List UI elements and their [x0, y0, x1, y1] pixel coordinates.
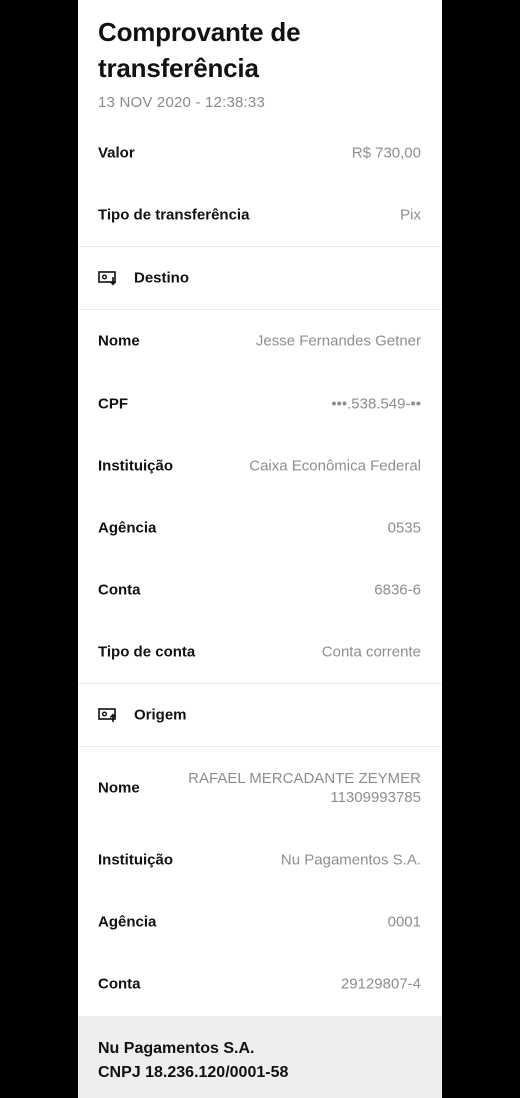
section-destino: Destino: [78, 247, 442, 309]
destino-tipo-conta-label: Tipo de conta: [98, 643, 196, 661]
origem-title: Origem: [134, 706, 187, 724]
row-destino-nome: Nome Jesse Fernandes Getner: [78, 310, 442, 372]
destino-nome-label: Nome: [98, 332, 140, 350]
row-origem-agencia: Agência 0001: [78, 891, 442, 953]
tipo-transferencia-label: Tipo de transferência: [98, 206, 250, 224]
valor-value: R$ 730,00: [351, 144, 421, 162]
valor-label: Valor: [98, 144, 135, 162]
destino-instituicao-value: Caixa Econômica Federal: [249, 457, 421, 475]
row-origem-nome: Nome RAFAEL MERCADANTE ZEYMER 1130999378…: [78, 757, 442, 819]
row-destino-cpf: CPF •••.538.549-••: [78, 373, 442, 435]
money-in-icon: [98, 271, 117, 286]
row-valor: Valor R$ 730,00: [78, 122, 442, 184]
section-origem: Origem: [78, 684, 442, 746]
destino-conta-label: Conta: [98, 581, 141, 599]
row-destino-tipo-conta: Tipo de conta Conta corrente: [78, 621, 442, 683]
origem-nome-label: Nome: [98, 779, 140, 797]
destino-title: Destino: [134, 269, 190, 287]
row-destino-instituicao: Instituição Caixa Econômica Federal: [78, 435, 442, 497]
row-origem-instituicao: Instituição Nu Pagamentos S.A.: [78, 829, 442, 891]
page-title: Comprovante de transferência: [98, 17, 301, 83]
footer-cnpj: CNPJ 18.236.120/0001-58: [98, 1064, 289, 1081]
money-out-icon: [98, 708, 117, 722]
origem-conta-label: Conta: [98, 975, 141, 993]
destino-cpf-label: CPF: [98, 395, 128, 413]
destino-conta-value: 6836-6: [374, 581, 421, 599]
origem-agencia-label: Agência: [98, 913, 157, 931]
row-destino-agencia: Agência 0535: [78, 497, 442, 559]
origem-conta-value: 29129807-4: [340, 975, 421, 993]
row-origem-conta: Conta 29129807-4: [78, 953, 442, 1015]
destino-agencia-label: Agência: [98, 519, 157, 537]
origem-instituicao-label: Instituição: [98, 851, 174, 869]
origem-nome-value: RAFAEL MERCADANTE ZEYMER 11309993785: [181, 769, 421, 807]
origem-agencia-value: 0001: [387, 913, 421, 931]
destino-agencia-value: 0535: [387, 519, 421, 537]
footer-company: Nu Pagamentos S.A.: [98, 1040, 255, 1057]
receipt-screen: Comprovante de transferência 13 NOV 2020…: [78, 0, 442, 1098]
origem-instituicao-value: Nu Pagamentos S.A.: [280, 851, 421, 869]
tipo-transferencia-value: Pix: [400, 206, 421, 224]
transfer-date: 13 NOV 2020 - 12:38:33: [98, 94, 266, 111]
destino-instituicao-label: Instituição: [98, 457, 174, 475]
divider: [78, 746, 442, 747]
destino-tipo-conta-value: Conta corrente: [321, 643, 421, 661]
origem-nome-line1: RAFAEL MERCADANTE ZEYMER: [188, 770, 421, 787]
destino-nome-value: Jesse Fernandes Getner: [255, 332, 421, 350]
footer: Nu Pagamentos S.A. CNPJ 18.236.120/0001-…: [78, 1016, 442, 1098]
row-destino-conta: Conta 6836-6: [78, 559, 442, 621]
origem-nome-line2: 11309993785: [330, 789, 421, 806]
destino-cpf-value: •••.538.549-••: [331, 395, 421, 413]
row-tipo-transferencia: Tipo de transferência Pix: [78, 184, 442, 246]
